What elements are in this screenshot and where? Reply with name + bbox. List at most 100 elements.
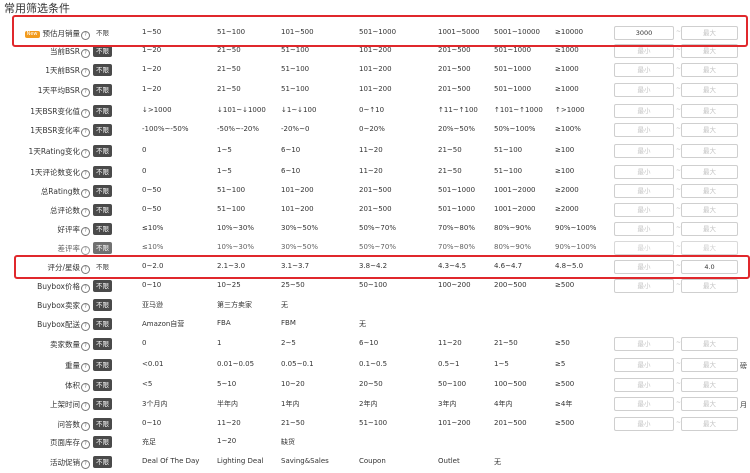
min-input[interactable]: 最小 bbox=[614, 203, 674, 217]
range-option[interactable]: 51~100 bbox=[494, 146, 522, 154]
unlimited-option[interactable]: 不限 bbox=[93, 84, 112, 96]
range-option[interactable]: 10%~30% bbox=[217, 243, 254, 251]
range-option[interactable]: 5001~10000 bbox=[494, 28, 540, 36]
help-icon[interactable]: ? bbox=[81, 149, 90, 158]
range-option[interactable]: 201~500 bbox=[359, 205, 392, 213]
unlimited-option[interactable]: 不限 bbox=[93, 185, 112, 197]
range-option[interactable]: 无 bbox=[281, 300, 288, 310]
range-option[interactable]: 51~100 bbox=[281, 46, 309, 54]
range-option[interactable]: 0 bbox=[142, 167, 146, 175]
min-input[interactable]: 最小 bbox=[614, 165, 674, 179]
min-input[interactable]: 最小 bbox=[614, 337, 674, 351]
range-option[interactable]: 20%~50% bbox=[438, 125, 475, 133]
range-option[interactable]: ≥50 bbox=[555, 339, 570, 347]
unlimited-option[interactable]: 不限 bbox=[93, 456, 112, 468]
range-option[interactable]: 10~25 bbox=[217, 281, 241, 289]
range-option[interactable]: 1~5 bbox=[217, 167, 232, 175]
help-icon[interactable]: ? bbox=[81, 170, 90, 179]
range-option[interactable]: 亚马逊 bbox=[142, 300, 163, 310]
help-icon[interactable]: ? bbox=[81, 383, 90, 392]
range-option[interactable]: ≥2000 bbox=[555, 205, 579, 213]
unlimited-option[interactable]: 不限 bbox=[93, 436, 112, 448]
range-option[interactable]: 51~100 bbox=[281, 85, 309, 93]
range-option[interactable]: 11~20 bbox=[359, 146, 383, 154]
max-input[interactable]: 最大 bbox=[681, 63, 738, 77]
range-option[interactable]: 21~50 bbox=[281, 419, 305, 427]
unlimited-option[interactable]: 不限 bbox=[93, 379, 112, 391]
range-option[interactable]: ≥100 bbox=[555, 146, 574, 154]
range-option[interactable]: ↓101~↓1000 bbox=[217, 106, 266, 114]
min-input[interactable]: 最小 bbox=[614, 279, 674, 293]
range-option[interactable]: <0.01 bbox=[142, 360, 163, 368]
range-option[interactable]: 0.5~1 bbox=[438, 360, 459, 368]
range-option[interactable]: 101~500 bbox=[281, 28, 314, 36]
min-input[interactable]: 最小 bbox=[614, 123, 674, 137]
range-option[interactable]: 200~500 bbox=[494, 281, 527, 289]
range-option[interactable]: 101~200 bbox=[359, 85, 392, 93]
range-option[interactable]: 101~200 bbox=[281, 205, 314, 213]
max-input[interactable]: 4.0 bbox=[681, 260, 738, 274]
range-option[interactable]: 0.01~0.05 bbox=[217, 360, 254, 368]
range-option[interactable]: 51~100 bbox=[359, 419, 387, 427]
help-icon[interactable]: ? bbox=[81, 265, 90, 274]
range-option[interactable]: 0.05~0.1 bbox=[281, 360, 314, 368]
range-option[interactable]: 80%~90% bbox=[494, 224, 531, 232]
max-input[interactable]: 最大 bbox=[681, 184, 738, 198]
range-option[interactable]: 0 bbox=[142, 339, 146, 347]
unlimited-option[interactable]: 不限 bbox=[93, 359, 112, 371]
min-input[interactable]: 最小 bbox=[614, 63, 674, 77]
max-input[interactable]: 最大 bbox=[681, 203, 738, 217]
range-option[interactable]: 1~50 bbox=[142, 28, 161, 36]
range-option[interactable]: 80%~90% bbox=[494, 243, 531, 251]
help-icon[interactable]: ? bbox=[81, 227, 90, 236]
range-option[interactable]: 201~500 bbox=[438, 85, 471, 93]
range-option[interactable]: ≥500 bbox=[555, 281, 574, 289]
min-input[interactable]: 最小 bbox=[614, 104, 674, 118]
help-icon[interactable]: ? bbox=[81, 88, 90, 97]
help-icon[interactable]: ? bbox=[81, 402, 90, 411]
range-option[interactable]: 30%~50% bbox=[281, 243, 318, 251]
range-option[interactable]: 4.3~4.5 bbox=[438, 262, 466, 270]
max-input[interactable]: 最大 bbox=[681, 123, 738, 137]
range-option[interactable]: 0 bbox=[142, 146, 146, 154]
range-option[interactable]: ≥100% bbox=[555, 125, 581, 133]
help-icon[interactable]: ? bbox=[81, 189, 90, 198]
range-option[interactable]: ≤10% bbox=[142, 224, 163, 232]
unlimited-option[interactable]: 不限 bbox=[93, 280, 112, 292]
max-input[interactable]: 最大 bbox=[681, 222, 738, 236]
range-option[interactable]: 501~1000 bbox=[438, 205, 475, 213]
range-option[interactable]: 51~100 bbox=[281, 65, 309, 73]
max-input[interactable]: 最大 bbox=[681, 358, 738, 372]
range-option[interactable]: 21~50 bbox=[217, 46, 241, 54]
unlimited-option[interactable]: 不限 bbox=[93, 124, 112, 136]
range-option[interactable]: 21~50 bbox=[438, 146, 462, 154]
help-icon[interactable]: ? bbox=[81, 284, 90, 293]
range-option[interactable]: 1001~2000 bbox=[494, 205, 536, 213]
range-option[interactable]: ≥100 bbox=[555, 167, 574, 175]
range-option[interactable]: Saving&Sales bbox=[281, 457, 329, 465]
min-input[interactable]: 最小 bbox=[614, 222, 674, 236]
range-option[interactable]: 2.1~3.0 bbox=[217, 262, 245, 270]
range-option[interactable]: 1001~2000 bbox=[494, 186, 536, 194]
min-input[interactable]: 最小 bbox=[614, 44, 674, 58]
range-option[interactable]: 11~20 bbox=[359, 167, 383, 175]
range-option[interactable]: 0~2.0 bbox=[142, 262, 163, 270]
range-option[interactable]: 第三方卖家 bbox=[217, 300, 252, 310]
range-option[interactable]: 50%~100% bbox=[494, 125, 535, 133]
range-option[interactable]: 201~500 bbox=[494, 419, 527, 427]
range-option[interactable]: 21~50 bbox=[217, 85, 241, 93]
range-option[interactable]: 90%~100% bbox=[555, 243, 596, 251]
range-option[interactable]: 无 bbox=[494, 457, 501, 467]
range-option[interactable]: -100%~-50% bbox=[142, 125, 189, 133]
range-option[interactable]: 30%~50% bbox=[281, 224, 318, 232]
range-option[interactable]: 201~500 bbox=[359, 186, 392, 194]
range-option[interactable]: 11~20 bbox=[438, 339, 462, 347]
range-option[interactable]: 101~200 bbox=[438, 419, 471, 427]
max-input[interactable]: 最大 bbox=[681, 337, 738, 351]
range-option[interactable]: 10~20 bbox=[281, 380, 305, 388]
min-input[interactable]: 最小 bbox=[614, 260, 674, 274]
min-input[interactable]: 最小 bbox=[614, 184, 674, 198]
range-option[interactable]: ≥500 bbox=[555, 380, 574, 388]
range-option[interactable]: 21~50 bbox=[494, 339, 518, 347]
help-icon[interactable]: ? bbox=[81, 342, 90, 351]
